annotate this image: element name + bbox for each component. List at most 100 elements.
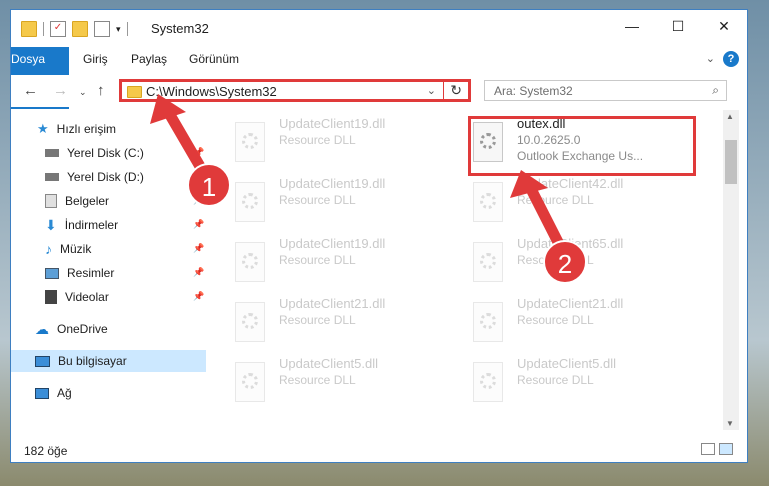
tab-view[interactable]: Görünüm [189,47,239,72]
video-icon [45,290,57,304]
pin-icon[interactable]: 📌 [193,243,204,254]
file-type: Resource DLL [517,373,594,387]
dll-file-icon [473,302,503,342]
sidebar-item-label: Müzik [60,242,92,256]
chevron-down-icon[interactable]: ▾ [116,24,121,35]
window-title: System32 [151,21,209,36]
file-name: UpdateClient5.dll [517,356,617,371]
recent-chevron-icon[interactable]: ⌄ [79,87,87,98]
pin-icon[interactable]: 📌 [193,291,204,302]
sidebar-item-label: OneDrive [57,322,108,336]
gear-icon [242,193,258,209]
file-name: UpdateClient42.dll [517,176,624,191]
sidebar-item-downloads[interactable]: ⬇ İndirmeler [45,214,118,236]
dll-file-icon [235,122,265,162]
search-box[interactable]: Ara: System32 ⌕ [484,80,727,101]
sidebar-item-videos[interactable]: Videolar [45,286,109,308]
dll-file-icon [473,242,503,282]
chevron-down-icon[interactable]: ⌄ [427,84,436,97]
tab-share[interactable]: Paylaş [131,47,167,72]
sidebar-item-label: Yerel Disk (D:) [67,170,144,184]
file-name: UpdateClient19.dll [279,236,386,251]
step-two-badge: 2 [543,240,587,284]
new-folder-icon[interactable] [72,21,88,37]
details-view-icon[interactable] [701,443,715,455]
gear-icon [480,193,496,209]
list-item[interactable]: UpdateClient19.dll Resource DLL [235,176,385,238]
address-bar[interactable]: C:\Windows\System32 ⌄ ↻ [119,79,471,102]
scrollbar-thumb[interactable] [725,140,737,184]
sidebar-item-disk-c[interactable]: Yerel Disk (C:) [45,142,144,164]
list-item[interactable]: UpdateClient42.dll Resource DLL [473,176,623,238]
sidebar-item-label: Belgeler [65,194,110,208]
folder-icon [21,21,37,37]
back-arrow-icon[interactable]: ← [23,82,38,99]
list-item[interactable]: UpdateClient21.dll Resource DLL [235,296,385,358]
customize-view-icon[interactable] [94,21,110,37]
dll-file-icon [473,362,503,402]
pin-icon[interactable]: 📌 [193,219,204,230]
minimize-button[interactable]: — [609,10,655,42]
file-type: Resource DLL [279,373,356,387]
file-type: Resource DLL [279,193,356,207]
navigation-pane: ★ Hızlı erişim Yerel Disk (C:) 📌 Yerel D… [11,116,206,436]
up-arrow-icon[interactable]: ↑ [97,82,105,99]
sidebar-item-label: Bu bilgisayar [58,354,127,368]
pin-icon[interactable]: 📌 [193,147,204,158]
dll-file-icon [235,362,265,402]
gear-icon [480,373,496,389]
quick-access-toolbar: ✓ ▾ [21,21,128,37]
sidebar-item-network[interactable]: Ağ [35,382,72,404]
refresh-icon[interactable]: ↻ [450,82,462,99]
documents-icon [45,194,57,208]
chevron-down-icon[interactable]: ⌄ [706,52,715,65]
toolbar-separator [126,22,128,36]
dll-file-icon [235,182,265,222]
list-item[interactable]: UpdateClient5.dll Resource DLL [473,356,616,418]
close-button[interactable]: ✕ [701,10,747,42]
sidebar-item-onedrive[interactable]: ☁ OneDrive [35,318,108,340]
scroll-down-icon[interactable]: ▼ [726,419,734,428]
sidebar-item-disk-d[interactable]: Yerel Disk (D:) [45,166,144,188]
tiles-view-icon[interactable] [719,443,733,455]
navigation-bar: ← → ⌄ ↑ C:\Windows\System32 ⌄ ↻ Ara: Sys… [11,75,747,107]
sidebar-item-pictures[interactable]: Resimler [45,262,114,284]
forward-arrow-icon[interactable]: → [53,82,68,99]
file-type: Resource DLL [279,253,356,267]
file-name: UpdateClient19.dll [279,176,386,191]
gear-icon [242,253,258,269]
star-icon: ★ [37,121,49,136]
title-bar: ✓ ▾ System32 — ☐ ✕ [11,10,747,46]
explorer-window: ✓ ▾ System32 — ☐ ✕ Dosya Giriş Paylaş Gö… [10,9,748,463]
search-placeholder[interactable]: Ara: System32 [494,84,573,98]
search-icon[interactable]: ⌕ [712,83,719,98]
sidebar-item-music[interactable]: ♪ Müzik [45,238,91,260]
file-highlight-box [468,116,696,176]
file-type: Resource DLL [517,313,594,327]
sidebar-item-label: Hızlı erişim [56,122,116,136]
vertical-scrollbar[interactable]: ▲ ▼ [723,110,739,430]
sidebar-item-this-pc[interactable]: Bu bilgisayar [11,350,206,372]
list-item[interactable]: UpdateClient19.dll Resource DLL [235,116,385,178]
tab-home[interactable]: Giriş [83,47,108,72]
sidebar-item-label: Ağ [57,386,72,400]
properties-icon[interactable]: ✓ [50,21,66,37]
list-item[interactable]: UpdateClient5.dll Resource DLL [235,356,378,418]
maximize-button[interactable]: ☐ [655,10,701,42]
list-item[interactable]: UpdateClient21.dll Resource DLL [473,296,623,358]
address-path[interactable]: C:\Windows\System32 [146,84,277,99]
gear-icon [242,313,258,329]
pin-icon[interactable]: 📌 [193,267,204,278]
dll-file-icon [235,242,265,282]
sidebar-item-label: Resimler [67,266,115,280]
pictures-icon [45,267,59,279]
music-icon: ♪ [45,241,52,257]
sidebar-item-documents[interactable]: Belgeler [45,190,109,212]
list-item[interactable]: UpdateClient19.dll Resource DLL [235,236,385,298]
scroll-up-icon[interactable]: ▲ [726,112,734,121]
dll-file-icon [473,182,503,222]
file-type: Resource DLL [279,133,356,147]
help-button[interactable]: ? [723,51,739,67]
drive-icon [45,173,59,181]
sidebar-item-quick-access[interactable]: ★ Hızlı erişim [37,118,116,140]
